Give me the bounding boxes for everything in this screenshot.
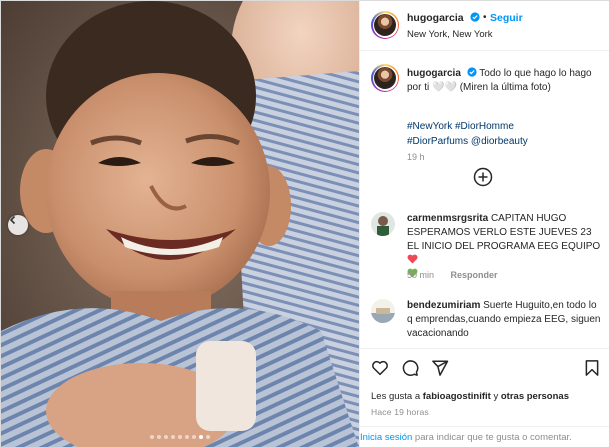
- hashtag-link[interactable]: #DiorHomme: [455, 121, 514, 132]
- comment-time[interactable]: 50 min: [407, 270, 434, 280]
- avatar-image: [371, 299, 395, 323]
- login-prompt: Inicia sesión para indicar que te gusta …: [360, 426, 609, 447]
- comment-text-block: bendezumiriam Suerte Huguito,en todo lo …: [407, 299, 603, 341]
- login-link[interactable]: Inicia sesión: [360, 432, 412, 443]
- caption-text-block: hugogarcia Todo lo que hago lo hago por …: [407, 67, 603, 95]
- slide-dot: [164, 435, 168, 439]
- slide-dot: [150, 435, 154, 439]
- avatar-image: [371, 212, 395, 236]
- slide-indicator: [1, 435, 359, 439]
- caption-username[interactable]: hugogarcia: [407, 68, 461, 79]
- follow-button[interactable]: Seguir: [490, 12, 523, 24]
- post-actions: Les gusta a fabioagostinifit y otras per…: [360, 348, 609, 447]
- chevron-left-icon: [9, 215, 16, 225]
- heart-icon[interactable]: [371, 359, 389, 377]
- likes-prefix: Les gusta a: [371, 391, 421, 402]
- post-date[interactable]: Hace 19 horas: [371, 407, 429, 417]
- post-side-panel: hugogarcia • Seguir New York, New York h…: [359, 1, 609, 447]
- verified-icon: [467, 67, 477, 77]
- post-location[interactable]: New York, New York: [407, 29, 493, 40]
- post-header: hugogarcia • Seguir New York, New York: [360, 1, 609, 51]
- author-avatar[interactable]: [371, 11, 399, 39]
- slide-dot: [157, 435, 161, 439]
- commenter-avatar[interactable]: [371, 299, 395, 323]
- post-dialog: hugogarcia • Seguir New York, New York h…: [0, 0, 609, 447]
- red-heart-emoji: [407, 254, 418, 264]
- caption-avatar[interactable]: [371, 64, 399, 92]
- author-username[interactable]: hugogarcia: [407, 12, 480, 24]
- slide-dot: [185, 435, 189, 439]
- bookmark-icon[interactable]: [583, 359, 601, 377]
- hashtag-link[interactable]: #NewYork: [407, 121, 452, 132]
- comment-username[interactable]: carmenmsrgsrita: [407, 213, 488, 224]
- author-username-text[interactable]: hugogarcia: [407, 12, 464, 24]
- commenter-avatar[interactable]: [371, 212, 395, 236]
- slide-dot-active: [199, 435, 203, 439]
- caption-time[interactable]: 19 h: [407, 152, 425, 162]
- likes-conjunction: y: [493, 391, 499, 402]
- post-photo[interactable]: [1, 1, 359, 447]
- slide-dot: [206, 435, 210, 439]
- comment-meta: 50 min Responder: [407, 270, 498, 280]
- previous-slide-button[interactable]: [8, 215, 28, 235]
- comments-scroll[interactable]: hugogarcia Todo lo que hago lo hago por …: [360, 52, 609, 348]
- header-separator: •: [483, 12, 487, 23]
- caption-hashtags: #NewYork #DiorHomme #DiorParfums @diorbe…: [407, 119, 603, 149]
- share-icon[interactable]: [431, 359, 449, 377]
- more-icon[interactable]: [473, 167, 493, 187]
- liker-username[interactable]: fabioagostinifit: [423, 391, 491, 402]
- comment-icon[interactable]: [401, 359, 419, 377]
- action-icons: [371, 359, 449, 377]
- likes-summary: Les gusta a fabioagostinifit y otras per…: [371, 391, 569, 402]
- reply-button[interactable]: Responder: [451, 270, 498, 280]
- mention-link[interactable]: @diorbeauty: [471, 136, 528, 147]
- verified-icon: [469, 12, 480, 22]
- comment-username[interactable]: bendezumiriam: [407, 300, 480, 311]
- hashtag-link[interactable]: #DiorParfums: [407, 136, 468, 147]
- child-photo: [1, 1, 359, 447]
- login-prompt-text: para indicar que te gusta o comentar.: [414, 432, 572, 443]
- slide-dot: [171, 435, 175, 439]
- slide-dot: [178, 435, 182, 439]
- other-likers-link[interactable]: otras personas: [501, 391, 569, 402]
- slide-dot: [192, 435, 196, 439]
